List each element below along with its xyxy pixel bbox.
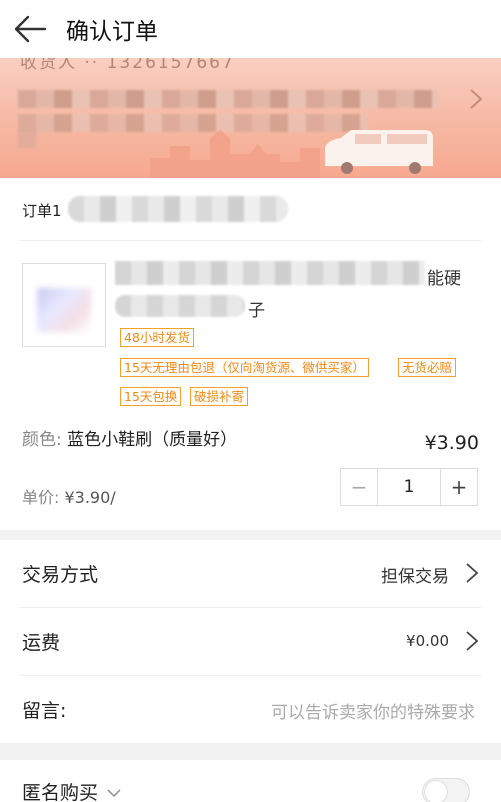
order-id-label: 订单1 <box>22 202 62 220</box>
quantity-value[interactable]: 1 <box>377 469 441 505</box>
message-row: 留言: 可以告诉卖家你的特殊要求 <box>0 676 501 743</box>
address-contact-text: 收货人 ·· 1326157667 <box>20 58 235 73</box>
decrease-quantity-button[interactable]: − <box>341 469 377 505</box>
trade-method-label: 交易方式 <box>22 564 99 586</box>
shipping-fee-row[interactable]: 运费 ¥0.00 <box>0 608 501 675</box>
unit-price: 单价: ¥3.90/ <box>22 484 116 508</box>
service-tag: 15天包换 <box>120 387 182 406</box>
product-name-blurred <box>115 295 245 317</box>
delivery-truck-illustration <box>325 130 433 174</box>
chevron-down-icon <box>107 789 121 798</box>
anonymous-purchase-text: 匿名购买 <box>22 782 99 802</box>
shop-name-blurred <box>68 196 288 222</box>
attribute-key: 颜色: <box>22 430 68 450</box>
service-tag: 48小时发货 <box>120 328 194 347</box>
unit-price-value: ¥3.90/ <box>64 488 116 507</box>
address-line-blurred <box>18 90 438 108</box>
address-card[interactable]: 收货人 ·· 1326157667 <box>0 58 501 178</box>
product-thumbnail[interactable] <box>22 263 106 347</box>
address-line-blurred <box>18 130 38 148</box>
quantity-stepper: − 1 + <box>340 468 478 506</box>
service-tag: 破损补寄 <box>190 387 249 406</box>
anonymous-toggle[interactable] <box>422 778 470 802</box>
divider <box>20 240 481 241</box>
trade-method-row[interactable]: 交易方式 担保交易 <box>0 540 501 607</box>
increase-quantity-button[interactable]: + <box>441 469 477 505</box>
chevron-right-icon <box>470 89 483 109</box>
page-title: 确认订单 <box>66 19 158 45</box>
shipping-fee-value: ¥0.00 <box>406 632 449 650</box>
unit-price-key: 单价: <box>22 488 65 507</box>
attribute-value: 蓝色小鞋刷（质量好） <box>67 430 238 450</box>
item-price: ¥3.90 <box>424 432 479 454</box>
product-name-blurred <box>115 261 425 285</box>
service-tag: 无货必赔 <box>398 358 457 377</box>
message-input[interactable]: 可以告诉卖家你的特殊要求 <box>271 698 475 723</box>
chevron-right-icon <box>466 563 479 583</box>
top-bar: 确认订单 <box>0 0 501 58</box>
trade-method-value: 担保交易 <box>381 567 449 587</box>
anonymous-purchase-label[interactable]: 匿名购买 <box>22 778 122 802</box>
order-options: 交易方式 担保交易 运费 ¥0.00 留言: 可以告诉卖家你的特殊要求 <box>0 540 501 743</box>
back-button[interactable] <box>0 0 60 58</box>
product-name-fragment: 子 <box>248 301 265 321</box>
order-section: 订单1 能硬 子 48小时发货 15天无理由包退（仅向淘货源、微供买家） 无货必… <box>0 178 501 530</box>
arrow-left-icon <box>14 15 47 43</box>
chevron-right-icon <box>466 631 479 651</box>
message-label: 留言: <box>22 700 67 722</box>
anonymous-purchase-row: 匿名购买 <box>0 760 501 802</box>
product-name-fragment: 能硬 <box>427 269 461 289</box>
service-tag: 15天无理由包退（仅向淘货源、微供买家） <box>120 358 369 377</box>
product-attribute: 颜色: 蓝色小鞋刷（质量好） <box>22 428 252 452</box>
shipping-fee-label: 运费 <box>22 632 61 654</box>
